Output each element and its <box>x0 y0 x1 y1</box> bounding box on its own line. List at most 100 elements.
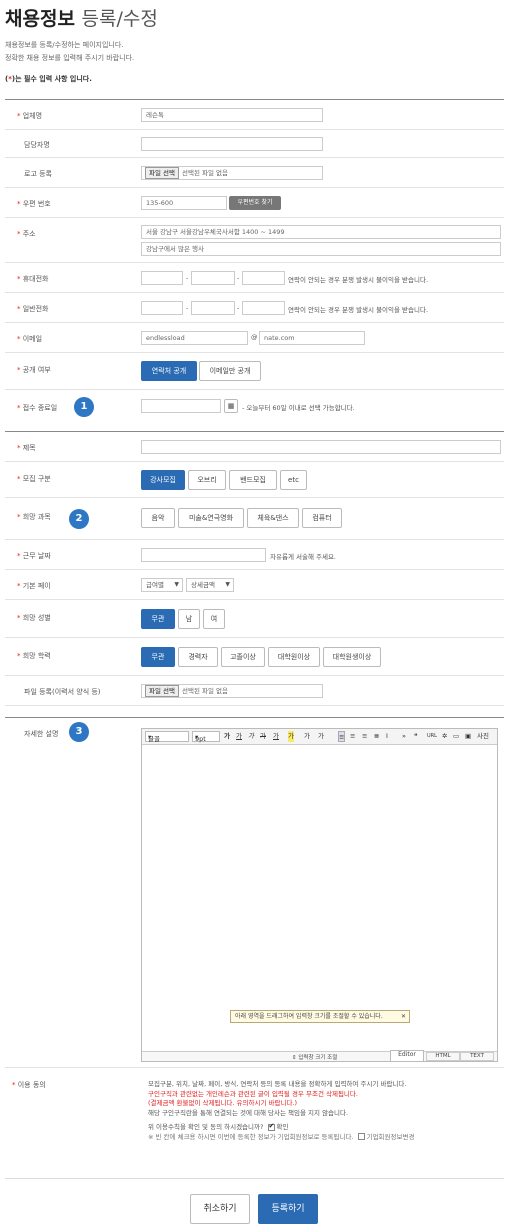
page-header: 채용정보 등록/수정 채용정보를 등록/수정하는 페이지입니다. 정확한 채용 정… <box>5 4 510 84</box>
address-input-2[interactable]: 강남구에서 많은 행사 <box>141 242 501 256</box>
phone-input-1[interactable] <box>141 301 183 315</box>
bold-button[interactable]: 가 <box>224 731 230 742</box>
calendar-icon[interactable]: ▦ <box>224 399 238 413</box>
company-info-checkbox[interactable] <box>357 1133 365 1140</box>
row-gender: * 희망 성별 무관 남 여 <box>5 600 504 638</box>
image-icon[interactable]: ▣ <box>465 731 471 742</box>
logo-file-input[interactable]: 파일 선택 선택된 파일 없음 <box>141 166 323 180</box>
editor-content-area[interactable] <box>142 745 497 1051</box>
course-option-2[interactable]: 미술&연극영화 <box>178 508 244 528</box>
type-option-1[interactable]: 강사모집 <box>141 470 185 490</box>
mobile-dash-1: - <box>186 274 189 282</box>
italic-button[interactable]: 가 <box>248 731 254 742</box>
row-address: * 주소 서울 강남구 서울강남우체국사서함 1400 ~ 1499 강남구에서… <box>5 218 504 263</box>
tab-text[interactable]: TEXT <box>460 1052 494 1061</box>
edu-option-3[interactable]: 고졸이상 <box>221 647 265 667</box>
row-phone: * 일반전화 - - 연락이 안되는 경우 분쟁 발생시 불이익을 받습니다. <box>5 293 504 323</box>
submit-button[interactable]: 등록하기 <box>258 1194 318 1224</box>
hours-input[interactable] <box>141 548 266 562</box>
email-id-input[interactable]: endlessload <box>141 331 248 345</box>
gender-option-female[interactable]: 여 <box>203 609 225 629</box>
row-hours: * 근무 날짜 자유롭게 서술해 주세요. <box>5 540 504 570</box>
course-option-4[interactable]: 컴퓨터 <box>302 508 342 528</box>
resume-label: 파일 등록(이력서 양식 등) <box>24 688 101 696</box>
align-right-icon[interactable]: ≡ <box>362 731 367 742</box>
address-input-1[interactable]: 서울 강남구 서울강남우체국사서함 1400 ~ 1499 <box>141 225 501 239</box>
pay-amount-select[interactable]: 상세금액 ▼ <box>186 578 234 592</box>
deadline-hint: - 오늘부터 60일 이내로 선택 가능합니다. <box>242 404 355 412</box>
strike-button[interactable]: 가 <box>260 731 266 742</box>
table-icon[interactable]: ▭ <box>453 731 459 742</box>
mobile-label: * 휴대전화 <box>17 275 49 283</box>
course-option-1[interactable]: 음악 <box>141 508 175 528</box>
title-input[interactable] <box>141 440 501 454</box>
pay-type-select[interactable]: 급여별 ▼ <box>141 578 183 592</box>
manager-input[interactable] <box>141 137 323 151</box>
quote-icon[interactable]: ❝ <box>414 731 418 742</box>
font-color-button[interactable]: 가 <box>273 731 279 742</box>
resume-file-button[interactable]: 파일 선택 <box>145 685 179 697</box>
link-icon[interactable]: URL <box>427 731 437 742</box>
zip-input[interactable]: 135-600 <box>141 196 227 210</box>
agree-checkbox[interactable] <box>267 1122 275 1131</box>
company-input[interactable]: 레슨톡 <box>141 108 323 122</box>
subscript-button[interactable]: 가 <box>318 731 324 742</box>
gender-option-any[interactable]: 무관 <box>141 609 175 629</box>
rich-text-editor: 글꼴 ▾ 9pt ▾ 가 가 가 가 가 가 가 가 ≡ ≡ ≡ ≣ Ⅰ » ❝… <box>141 728 498 1062</box>
course-option-3[interactable]: 체육&댄스 <box>247 508 299 528</box>
chevron-down-icon: ▼ <box>174 581 179 588</box>
mobile-dash-2: - <box>237 274 240 282</box>
type-option-4[interactable]: etc <box>280 470 307 490</box>
tab-html[interactable]: HTML <box>426 1052 460 1061</box>
line-height-icon[interactable]: Ⅰ <box>386 731 388 742</box>
zip-label: * 우편 번호 <box>17 200 51 208</box>
resize-handle[interactable]: ⇕ 입력창 크기 조절 <box>292 1053 337 1061</box>
tab-editor[interactable]: Editor <box>390 1050 424 1061</box>
public-email-only-button[interactable]: 이메일만 공개 <box>199 361 261 381</box>
resize-tip: 아래 영역을 드래그하여 입력창 크기를 조절할 수 있습니다. ✕ <box>230 1010 410 1023</box>
row-email: * 이메일 endlessload @ nate.com <box>5 323 504 353</box>
step-badge-1: 1 <box>74 397 94 417</box>
align-left-icon[interactable]: ≡ <box>338 731 346 742</box>
bottom-divider <box>5 1178 504 1179</box>
email-domain-input[interactable]: nate.com <box>259 331 365 345</box>
deadline-input[interactable] <box>141 399 221 413</box>
type-option-3[interactable]: 밴드모집 <box>229 470 277 490</box>
edu-option-2[interactable]: 경력자 <box>178 647 218 667</box>
mobile-input-2[interactable] <box>191 271 235 285</box>
editor-toolbar: 글꼴 ▾ 9pt ▾ 가 가 가 가 가 가 가 가 ≡ ≡ ≡ ≣ Ⅰ » ❝… <box>142 729 497 745</box>
zip-search-button[interactable]: 우편번호 찾기 <box>229 196 281 210</box>
mobile-input-3[interactable] <box>242 271 285 285</box>
superscript-button[interactable]: 가 <box>304 731 310 742</box>
bg-color-button[interactable]: 가 <box>288 731 294 742</box>
phone-input-2[interactable] <box>191 301 235 315</box>
resume-file-input[interactable]: 파일 선택 선택된 파일 없음 <box>141 684 323 698</box>
close-icon[interactable]: ✕ <box>401 1011 406 1022</box>
edu-option-5[interactable]: 대학원생이상 <box>323 647 381 667</box>
align-center-icon[interactable]: ≡ <box>350 731 355 742</box>
edu-option-4[interactable]: 대학원이상 <box>268 647 320 667</box>
agree-label: * 이용 동의 <box>12 1081 46 1089</box>
font-size-select[interactable]: 9pt ▾ <box>192 731 220 743</box>
underline-button[interactable]: 가 <box>236 731 242 742</box>
row-logo: 로고 등록 파일 선택 선택된 파일 없음 <box>5 158 504 188</box>
special-char-icon[interactable]: ✲ <box>442 731 447 742</box>
phone-label: * 일반전화 <box>17 305 49 313</box>
edu-option-1[interactable]: 무관 <box>141 647 175 667</box>
mobile-input-1[interactable] <box>141 271 183 285</box>
phone-input-3[interactable] <box>242 301 285 315</box>
hours-hint: 자유롭게 서술해 주세요. <box>270 553 336 561</box>
photo-button[interactable]: 사진 <box>477 731 489 742</box>
cancel-button[interactable]: 취소하기 <box>190 1194 250 1224</box>
align-justify-icon[interactable]: ≣ <box>374 731 379 742</box>
type-option-2[interactable]: 오브리 <box>188 470 226 490</box>
public-label: * 공개 여부 <box>17 366 51 374</box>
font-select[interactable]: 글꼴 ▾ <box>145 731 189 743</box>
gender-label: * 희망 성별 <box>17 614 51 622</box>
public-contact-button[interactable]: 연락처 공개 <box>141 361 197 381</box>
row-type: * 모집 구분 강사모집 오브리 밴드모집 etc <box>5 462 504 498</box>
more-icon[interactable]: » <box>402 731 406 742</box>
gender-option-male[interactable]: 남 <box>178 609 200 629</box>
row-mobile: * 휴대전화 - - 연락이 안되는 경우 분쟁 발생시 불이익을 받습니다. <box>5 263 504 293</box>
logo-file-button[interactable]: 파일 선택 <box>145 167 179 179</box>
